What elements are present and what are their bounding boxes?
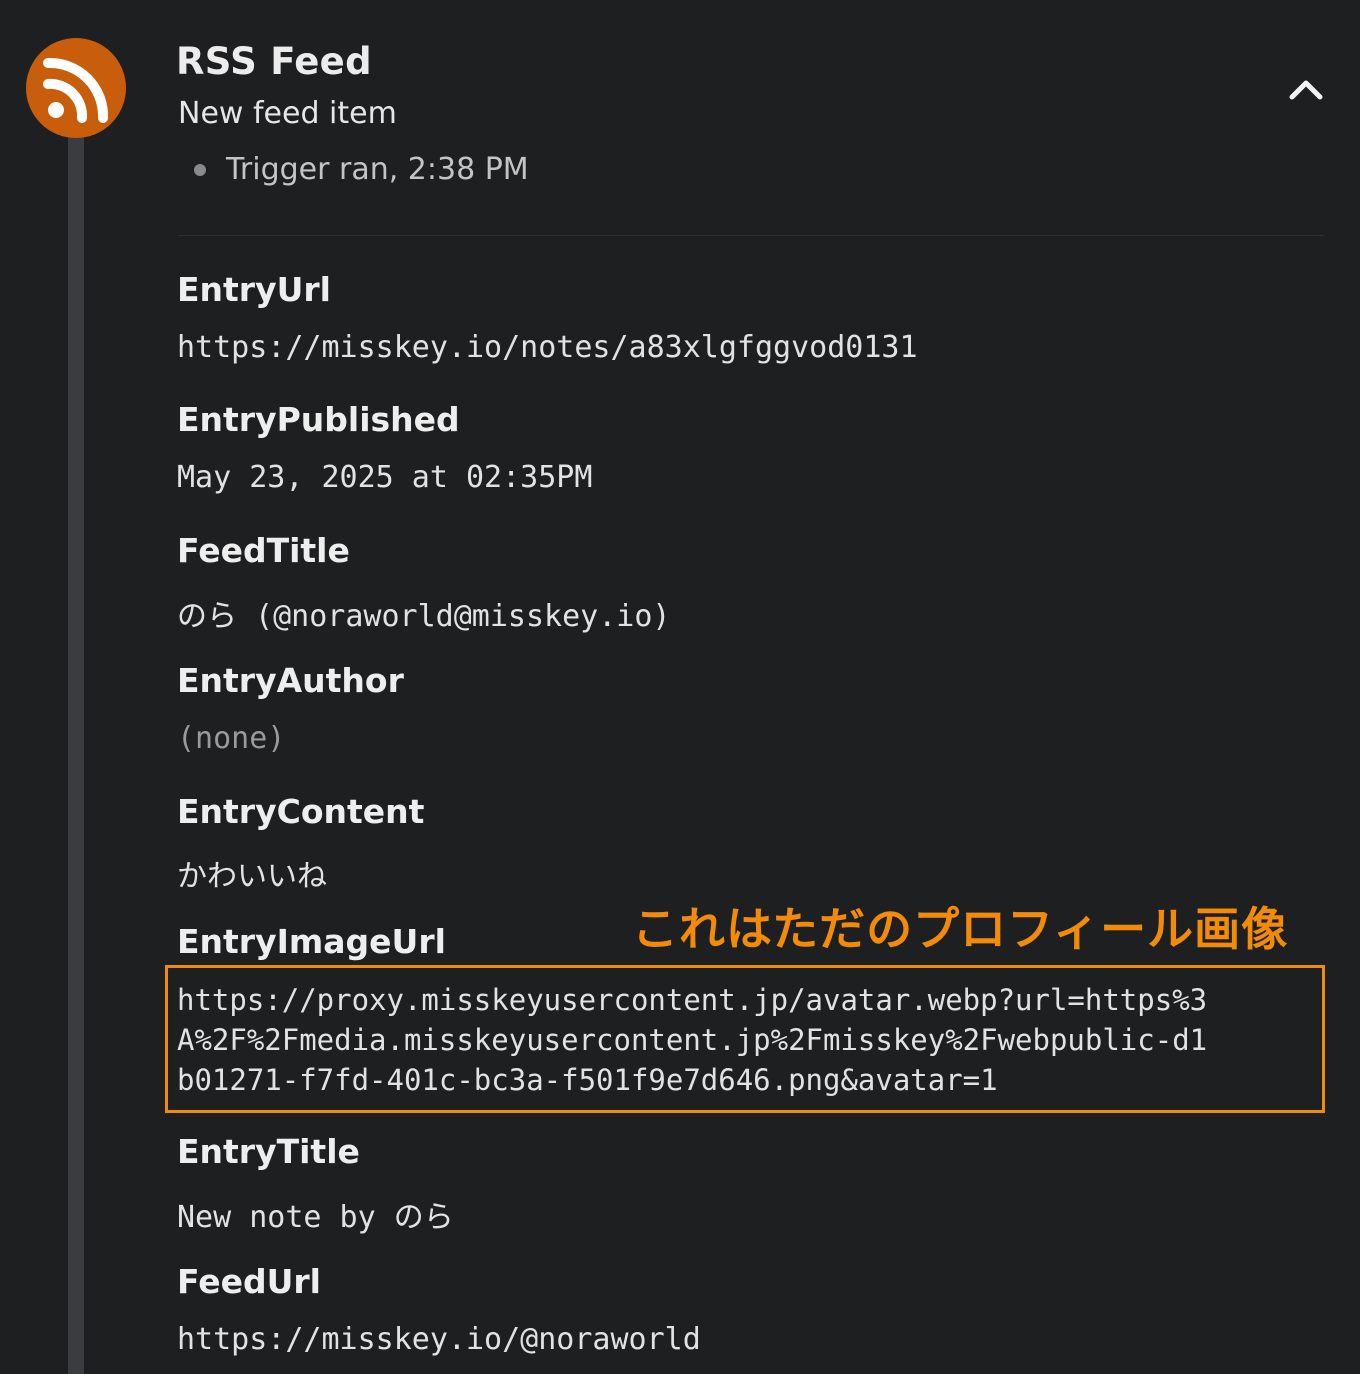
annotation-label: これはただのプロフィール画像: [632, 902, 1289, 956]
trigger-status-text: Trigger ran, 2:38 PM: [226, 152, 529, 187]
field-label-entryimageurl: EntryImageUrl: [177, 922, 446, 961]
field-value-entrypublished: May 23, 2025 at 02:35PM: [177, 460, 593, 495]
rss-icon: [26, 38, 126, 138]
field-label-feedurl: FeedUrl: [177, 1262, 321, 1301]
field-label-entrycontent: EntryContent: [177, 792, 425, 831]
field-label-feedtitle: FeedTitle: [177, 531, 350, 570]
field-value-entrycontent: かわいいね: [177, 859, 327, 894]
field-label-entrytitle: EntryTitle: [177, 1132, 360, 1171]
trigger-status: Trigger ran, 2:38 PM: [194, 152, 529, 187]
image-url-line: https://proxy.misskeyusercontent.jp/avat…: [177, 983, 1208, 1017]
timeline-line: [68, 120, 84, 1374]
dot-icon: [194, 163, 206, 176]
field-value-entryauthor: (none): [177, 721, 286, 756]
field-value-entrytitle: New note by のら: [177, 1200, 454, 1235]
field-label-entryauthor: EntryAuthor: [177, 661, 404, 700]
trigger-name: New feed item: [178, 96, 397, 131]
field-value-entryurl: https://misskey.io/notes/a83xlgfggvod013…: [177, 330, 918, 365]
divider: [178, 235, 1324, 236]
app-title: RSS Feed: [176, 40, 372, 83]
field-label-entryurl: EntryUrl: [177, 270, 331, 309]
field-value-entryimageurl: https://proxy.misskeyusercontent.jp/avat…: [177, 980, 1322, 1100]
field-value-feedurl: https://misskey.io/@noraworld: [177, 1322, 701, 1357]
chevron-up-icon[interactable]: [1286, 70, 1326, 110]
field-label-entrypublished: EntryPublished: [177, 400, 460, 439]
image-url-line: A%2F%2Fmedia.misskeyusercontent.jp%2Fmis…: [177, 1023, 1208, 1057]
image-url-line: b01271-f7fd-401c-bc3a-f501f9e7d646.png&a…: [177, 1063, 998, 1097]
field-value-feedtitle: のら (@noraworld@misskey.io): [177, 599, 671, 634]
